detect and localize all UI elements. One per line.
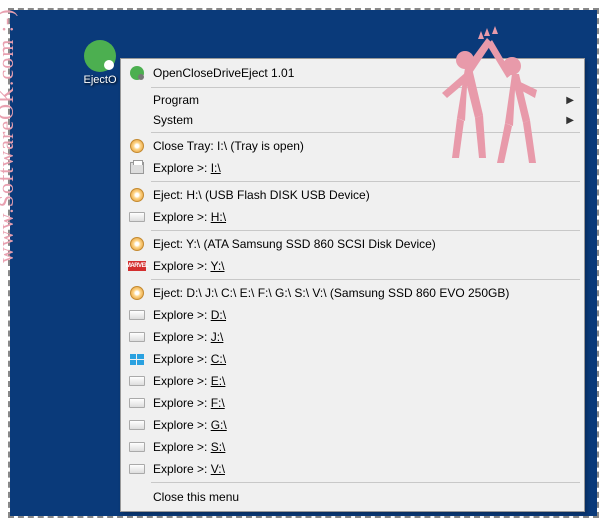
separator bbox=[151, 230, 580, 231]
separator bbox=[151, 482, 580, 483]
menu-item-label: Explore >: Y:\ bbox=[153, 259, 574, 273]
desktop-shortcut-label: EjectO bbox=[75, 74, 125, 86]
windows-icon bbox=[127, 351, 147, 367]
cd-icon bbox=[127, 187, 147, 203]
drive-icon bbox=[127, 417, 147, 433]
marvel-icon: MARVEL bbox=[127, 258, 147, 274]
menu-item-label: Explore >: D:\ bbox=[153, 308, 574, 322]
menu-item-explore[interactable]: Explore >: F:\ bbox=[123, 392, 582, 414]
submenu-arrow-icon: ▶ bbox=[566, 115, 574, 126]
menu-item-label: System bbox=[153, 113, 566, 127]
menu-item-label: Explore >: C:\ bbox=[153, 352, 574, 366]
menu-item-label: Explore >: I:\ bbox=[153, 161, 574, 175]
cd-icon bbox=[127, 285, 147, 301]
menu-item-label: Explore >: H:\ bbox=[153, 210, 574, 224]
cd-icon bbox=[127, 236, 147, 252]
separator bbox=[151, 279, 580, 280]
menu-item-explore[interactable]: Explore >: E:\ bbox=[123, 370, 582, 392]
drive-icon bbox=[127, 373, 147, 389]
menu-item-explore[interactable]: Explore >: C:\ bbox=[123, 348, 582, 370]
menu-item-explore[interactable]: Explore >: H:\ bbox=[123, 206, 582, 228]
menu-item-label: Eject: D:\ J:\ C:\ E:\ F:\ G:\ S:\ V:\ (… bbox=[153, 286, 574, 300]
menu-title: OpenCloseDriveEject 1.01 bbox=[153, 66, 294, 80]
menu-item-explore[interactable]: MARVEL Explore >: Y:\ bbox=[123, 255, 582, 277]
menu-item-label: Explore >: V:\ bbox=[153, 462, 574, 476]
drive-icon bbox=[127, 209, 147, 225]
menu-item-explore[interactable]: Explore >: D:\ bbox=[123, 304, 582, 326]
separator bbox=[151, 87, 580, 88]
watermark-text-vertical: www.SoftwareOK.com :-) bbox=[0, 8, 19, 263]
menu-item-label: Eject: Y:\ (ATA Samsung SSD 860 SCSI Dis… bbox=[153, 237, 574, 251]
menu-title-row: OpenCloseDriveEject 1.01 bbox=[123, 61, 582, 85]
menu-item-label: Explore >: G:\ bbox=[153, 418, 574, 432]
menu-item-label: Close Tray: I:\ (Tray is open) bbox=[153, 139, 574, 153]
menu-item-label: Explore >: E:\ bbox=[153, 374, 574, 388]
menu-item-close[interactable]: Close this menu bbox=[123, 485, 582, 509]
desktop-background: EjectO OpenCloseDriveEject 1.01 bbox=[10, 10, 597, 516]
cd-icon bbox=[127, 138, 147, 154]
menu-item-program[interactable]: Program ▶ bbox=[123, 90, 582, 110]
app-icon bbox=[84, 40, 116, 72]
printer-icon bbox=[127, 160, 147, 176]
desktop-shortcut-eject[interactable]: EjectO bbox=[75, 40, 125, 86]
menu-item-system[interactable]: System ▶ bbox=[123, 110, 582, 130]
menu-item-label: Explore >: F:\ bbox=[153, 396, 574, 410]
app-icon-small bbox=[127, 65, 147, 81]
separator bbox=[151, 132, 580, 133]
menu-item-explore[interactable]: Explore >: G:\ bbox=[123, 414, 582, 436]
menu-item-explore[interactable]: Explore >: I:\ bbox=[123, 157, 582, 179]
menu-item-eject[interactable]: Eject: Y:\ (ATA Samsung SSD 860 SCSI Dis… bbox=[123, 233, 582, 255]
drive-icon bbox=[127, 461, 147, 477]
menu-item-label: Program bbox=[153, 93, 566, 107]
drive-icon bbox=[127, 395, 147, 411]
menu-item-explore[interactable]: Explore >: S:\ bbox=[123, 436, 582, 458]
submenu-arrow-icon: ▶ bbox=[566, 95, 574, 106]
separator bbox=[151, 181, 580, 182]
drive-icon bbox=[127, 439, 147, 455]
drive-icon bbox=[127, 307, 147, 323]
menu-item-close-tray[interactable]: Close Tray: I:\ (Tray is open) bbox=[123, 135, 582, 157]
drive-icon bbox=[127, 329, 147, 345]
menu-item-explore[interactable]: Explore >: J:\ bbox=[123, 326, 582, 348]
menu-item-eject[interactable]: Eject: H:\ (USB Flash DISK USB Device) bbox=[123, 184, 582, 206]
menu-item-explore[interactable]: Explore >: V:\ bbox=[123, 458, 582, 480]
menu-item-label: Explore >: J:\ bbox=[153, 330, 574, 344]
menu-item-label: Explore >: S:\ bbox=[153, 440, 574, 454]
menu-item-eject[interactable]: Eject: D:\ J:\ C:\ E:\ F:\ G:\ S:\ V:\ (… bbox=[123, 282, 582, 304]
context-menu: OpenCloseDriveEject 1.01 Program ▶ Syste… bbox=[120, 58, 585, 512]
menu-item-label: Eject: H:\ (USB Flash DISK USB Device) bbox=[153, 188, 574, 202]
menu-item-label: Close this menu bbox=[153, 490, 574, 504]
